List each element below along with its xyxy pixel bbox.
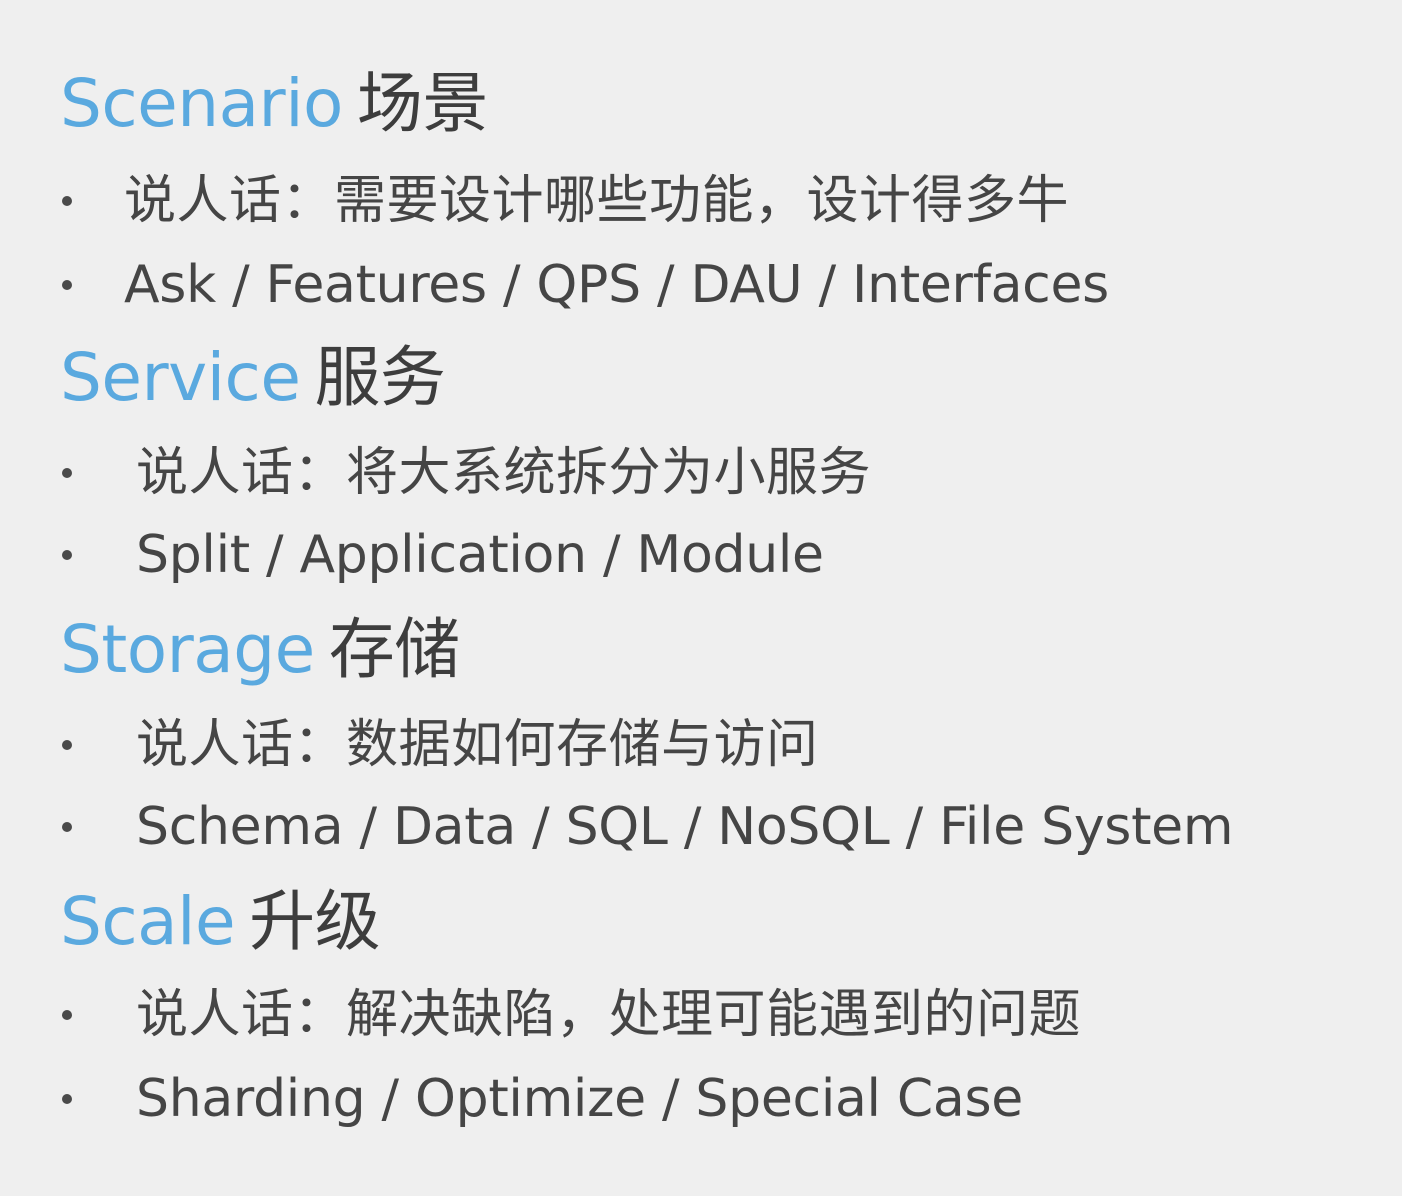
bullet-text: 说人话：数据如何存储与访问 xyxy=(136,715,819,775)
section-title-scenario: Scenario 场景 xyxy=(60,64,488,144)
section-title-zh: 升级 xyxy=(249,883,381,960)
bullet-icon xyxy=(62,1094,72,1104)
section-title-scale: Scale 升级 xyxy=(60,882,381,962)
section-title-en: Storage xyxy=(60,611,315,688)
section-title-storage: Storage 存储 xyxy=(60,610,460,690)
bullet-text: Ask / Features / QPS / DAU / Interfaces xyxy=(124,255,1109,315)
bullet-icon xyxy=(62,468,72,478)
bullet-text: Sharding / Optimize / Special Case xyxy=(136,1069,1023,1129)
bullet-icon xyxy=(62,550,72,560)
section-title-zh: 场景 xyxy=(356,65,489,142)
section-title-service: Service 服务 xyxy=(60,338,446,418)
bullet-text: 说人话：解决缺陷，处理可能遇到的问题 xyxy=(136,985,1082,1045)
bullet-text: Schema / Data / SQL / NoSQL / File Syste… xyxy=(136,797,1234,857)
bullet-icon xyxy=(62,822,72,832)
bullet-text: 说人话：将大系统拆分为小服务 xyxy=(136,443,872,503)
bullet-icon xyxy=(62,196,72,206)
bullet-text: Split / Application / Module xyxy=(136,525,824,585)
section-title-zh: 存储 xyxy=(328,611,461,688)
section-title-en: Scenario xyxy=(60,65,343,142)
section-title-en: Service xyxy=(60,339,301,416)
bullet-icon xyxy=(62,740,72,750)
slide: Scenario 场景 说人话：需要设计哪些功能，设计得多牛 Ask / Feat… xyxy=(0,0,1402,1196)
section-title-zh: 服务 xyxy=(314,339,446,416)
bullet-icon xyxy=(62,280,72,290)
bullet-icon xyxy=(62,1010,72,1020)
section-title-en: Scale xyxy=(60,883,236,960)
bullet-text: 说人话：需要设计哪些功能，设计得多牛 xyxy=(124,171,1070,231)
